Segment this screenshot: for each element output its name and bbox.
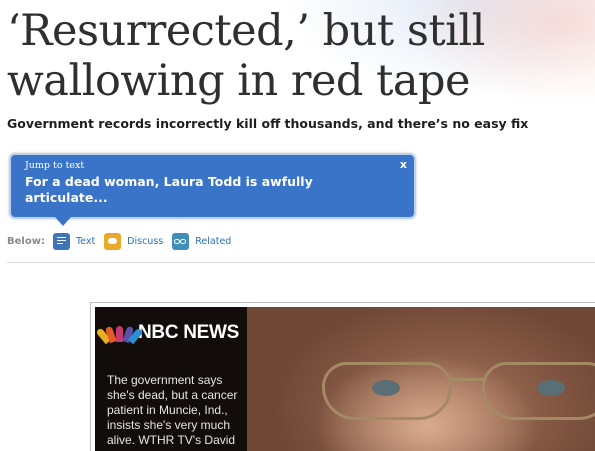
discuss-icon bbox=[104, 232, 122, 250]
nbc-news-text: NBC NEWS bbox=[138, 322, 240, 343]
related-icon bbox=[172, 232, 190, 250]
article-headline: ‘Resurrected,’ but still wallowing in re… bbox=[7, 6, 485, 106]
text-icon bbox=[52, 232, 70, 250]
below-link-discuss-label: Discuss bbox=[127, 235, 164, 247]
video-thumbnail[interactable] bbox=[247, 307, 595, 451]
below-link-related[interactable]: Related bbox=[172, 232, 232, 250]
below-navigation: Below: Text Discuss Related bbox=[7, 231, 240, 251]
video-player[interactable]: NBC NEWS The government says she's dead,… bbox=[90, 302, 595, 451]
below-link-text-label: Text bbox=[75, 235, 96, 247]
jump-to-text-box[interactable]: Jump to text x For a dead woman, Laura T… bbox=[9, 153, 416, 226]
below-link-discuss[interactable]: Discuss bbox=[104, 232, 164, 250]
below-link-related-label: Related bbox=[195, 235, 232, 247]
below-label: Below: bbox=[7, 235, 45, 247]
nbc-news-logo: NBC NEWS bbox=[95, 322, 240, 345]
close-button[interactable]: x bbox=[400, 158, 407, 171]
video-caption: The government says she's dead, but a ca… bbox=[107, 373, 238, 447]
peacock-icon bbox=[95, 324, 144, 345]
video-info-panel: NBC NEWS The government says she's dead,… bbox=[95, 307, 247, 451]
glasses-image bbox=[322, 362, 595, 422]
below-link-text[interactable]: Text bbox=[52, 232, 96, 250]
video-screen[interactable]: NBC NEWS The government says she's dead,… bbox=[95, 307, 595, 451]
jump-to-text-label: Jump to text bbox=[25, 160, 85, 171]
article-subhead: Government records incorrectly kill off … bbox=[7, 116, 529, 131]
jump-to-text-link[interactable]: For a dead woman, Laura Todd is awfully … bbox=[25, 174, 325, 206]
section-divider bbox=[7, 262, 595, 263]
